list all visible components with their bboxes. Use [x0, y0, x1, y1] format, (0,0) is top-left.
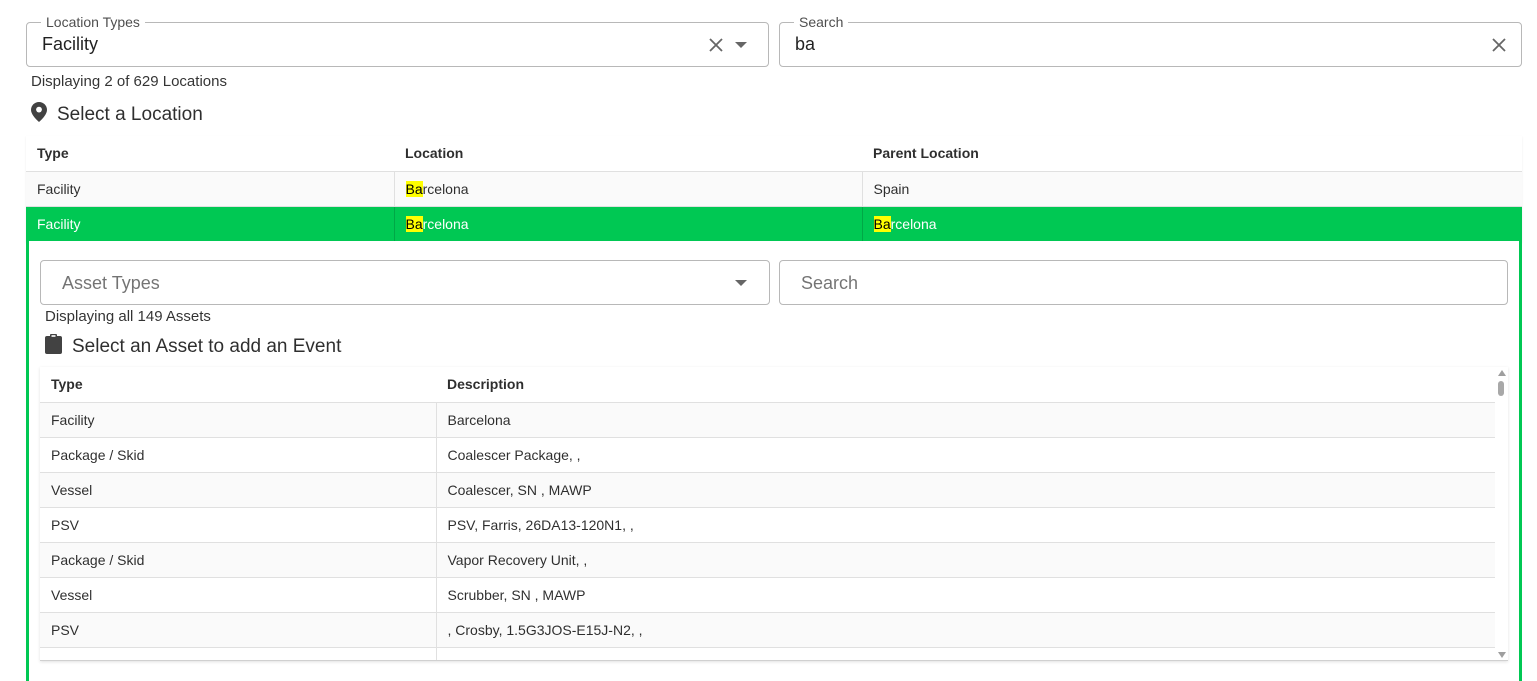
map-pin-icon — [31, 102, 47, 128]
location-row[interactable]: Facility Barcelona Spain — [26, 171, 1522, 207]
asset-row[interactable]: PSV , Crosby, 1.5G3JOS-E15J-N2, , — [40, 612, 1495, 648]
location-types-legend: Location Types — [41, 14, 145, 30]
asset-description-cell: Scrubber, SN , MAWP — [435, 577, 1495, 613]
asset-description-cell: PSV, Farris, 26DA13-120N1, , — [435, 507, 1495, 543]
asset-description-cell: Vapor Recovery Unit, , — [435, 542, 1495, 578]
asset-row[interactable]: Package / Skid Coalescer Package, , — [40, 437, 1495, 473]
caret-down-icon[interactable] — [731, 273, 751, 293]
search-match-highlight: Ba — [873, 215, 891, 232]
location-types-select[interactable]: Location Types Facility — [26, 14, 769, 67]
asset-type-cell: PSV — [40, 612, 436, 648]
location-row-selected[interactable]: Facility Barcelona Barcelona — [26, 206, 1522, 242]
assets-table-scroll[interactable]: Type Description Facility Barcelona Pack… — [40, 367, 1508, 661]
search-match-highlight: Ba — [405, 180, 423, 197]
column-header-location[interactable]: Location — [394, 136, 862, 172]
locations-table-wrap: Type Location Parent Location Facility B… — [26, 136, 1522, 242]
close-icon[interactable] — [706, 35, 726, 55]
location-name-cell: Barcelona — [393, 171, 862, 207]
locations-table: Type Location Parent Location Facility B… — [26, 136, 1522, 242]
asset-row[interactable]: PSV PSV, Farris, 26DA13-120N1, , — [40, 507, 1495, 543]
column-header-parent-location[interactable]: Parent Location — [862, 136, 1522, 172]
clipboard-icon — [45, 334, 62, 360]
location-search-value: ba — [795, 34, 816, 54]
asset-type-cell: Package / Skid — [40, 437, 436, 473]
search-match-highlight: Ba — [405, 215, 423, 232]
parent-location-rest: rcelona — [890, 215, 937, 232]
column-header-description[interactable]: Description — [436, 367, 1495, 403]
location-type-cell: Facility — [26, 206, 394, 242]
asset-description-cell: , Crosby, 1.5G3JOS-E15J-N2, , — [435, 612, 1495, 648]
vertical-scrollbar[interactable] — [1495, 367, 1508, 660]
asset-description-cell: Coalescer, SN , MAWP — [435, 472, 1495, 508]
scroll-up-arrow-icon[interactable] — [1498, 370, 1506, 376]
location-name-rest: rcelona — [422, 180, 469, 197]
column-header-type[interactable]: Type — [26, 136, 394, 172]
asset-type-cell: Vessel — [40, 472, 436, 508]
location-type-cell: Facility — [26, 171, 394, 207]
assets-header-row: Type Description — [40, 367, 1495, 403]
scrollbar-thumb[interactable] — [1498, 381, 1504, 396]
asset-search-placeholder: Search — [801, 273, 859, 293]
select-location-heading: Select a Location — [31, 102, 203, 128]
asset-row[interactable]: Facility Barcelona — [40, 402, 1495, 438]
asset-row[interactable]: Package / Skid Vapor Recovery Unit, , — [40, 542, 1495, 578]
locations-header-row: Type Location Parent Location — [26, 136, 1522, 172]
location-name-rest: rcelona — [422, 215, 469, 232]
asset-description-cell: Barcelona — [435, 402, 1495, 438]
assets-table: Type Description Facility Barcelona Pack… — [40, 367, 1495, 660]
parent-location-cell: Spain — [861, 171, 1522, 207]
asset-types-placeholder: Asset Types — [62, 273, 160, 293]
asset-description-cell: Coalescer Package, , — [435, 437, 1495, 473]
close-icon[interactable] — [1489, 35, 1509, 55]
parent-location-rest: Spain — [873, 180, 910, 197]
asset-type-cell: Facility — [40, 402, 436, 438]
select-asset-heading: Select an Asset to add an Event — [45, 334, 341, 360]
asset-row[interactable]: Vessel Coalescer, SN , MAWP — [40, 472, 1495, 508]
location-search-legend: Search — [794, 14, 849, 30]
asset-search-field[interactable]: Search — [779, 260, 1508, 305]
asset-row[interactable] — [40, 647, 1495, 660]
asset-type-cell: Vessel — [40, 577, 436, 613]
location-name-cell: Barcelona — [393, 206, 862, 242]
location-count-text: Displaying 2 of 629 Locations — [31, 73, 227, 90]
select-asset-title: Select an Asset to add an Event — [72, 336, 342, 357]
select-location-title: Select a Location — [57, 104, 203, 125]
location-search-field[interactable]: Search ba — [779, 14, 1522, 67]
location-types-value: Facility — [42, 34, 99, 54]
asset-type-cell: Package / Skid — [40, 542, 436, 578]
asset-description-cell — [435, 647, 1495, 660]
caret-down-icon[interactable] — [731, 35, 751, 55]
asset-count-text: Displaying all 149 Assets — [45, 308, 211, 325]
asset-types-select[interactable]: Asset Types — [40, 260, 770, 305]
column-header-type[interactable]: Type — [40, 367, 436, 403]
scroll-down-arrow-icon[interactable] — [1498, 652, 1506, 658]
asset-type-cell: PSV — [40, 507, 436, 543]
asset-type-cell — [40, 647, 436, 660]
asset-row[interactable]: Vessel Scrubber, SN , MAWP — [40, 577, 1495, 613]
parent-location-cell: Barcelona — [861, 206, 1522, 242]
